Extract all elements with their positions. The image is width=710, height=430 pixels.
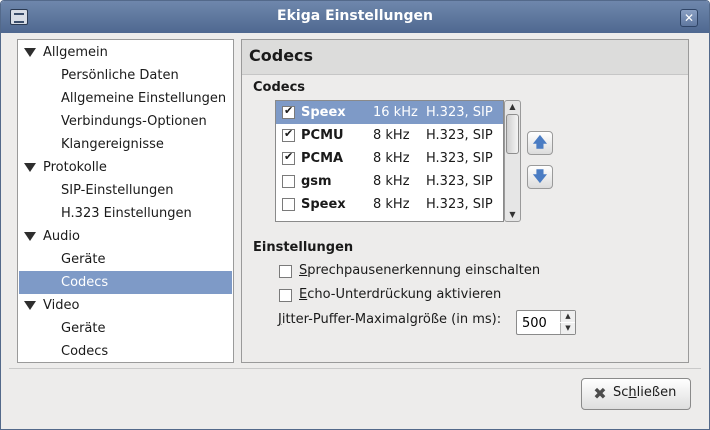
triangle-down-icon[interactable] <box>24 232 36 241</box>
echo-cancellation-label[interactable]: Echo-Unterdrückung aktivieren <box>299 285 501 305</box>
codec-row[interactable]: ✔ Speex 16 kHz H.323, SIP <box>276 101 503 124</box>
codec-list[interactable]: ✔ Speex 16 kHz H.323, SIP ✔ PCMU 8 kHz H… <box>275 100 504 222</box>
codec-checkbox[interactable]: ✔ <box>282 127 295 142</box>
jitter-buffer-label: Jitter-Puffer-Maximalgröße (in ms): <box>278 312 502 327</box>
tree-item-audio-codecs[interactable]: Codecs <box>19 271 232 294</box>
tree-item-video-codecs[interactable]: Codecs <box>19 340 232 363</box>
codec-checkbox[interactable] <box>282 175 295 188</box>
tree-item-audio-geraete[interactable]: Geräte <box>19 248 232 271</box>
settings-panel: Codecs Codecs ✔ Speex 16 kHz H.323, SIP … <box>241 39 689 363</box>
scrollbar-thumb[interactable] <box>506 114 519 154</box>
settings-tree[interactable]: Allgemein Persönliche Daten Allgemeine E… <box>17 39 234 363</box>
silence-detection-checkbox[interactable] <box>279 265 292 278</box>
codec-checkbox[interactable] <box>282 198 295 211</box>
tree-item-allgemeine-einstellungen[interactable]: Allgemeine Einstellungen <box>19 87 232 110</box>
settings-section-title: Einstellungen <box>253 240 354 255</box>
window-title: Ekiga Einstellungen <box>277 8 433 24</box>
tree-item-persoenliche-daten[interactable]: Persönliche Daten <box>19 64 232 87</box>
tree-item-sip-einstellungen[interactable]: SIP-Einstellungen <box>19 179 232 202</box>
jitter-buffer-spinbox[interactable]: ▲ ▼ <box>516 310 576 335</box>
scroll-up-icon[interactable]: ▲ <box>505 101 520 113</box>
move-codec-down-button[interactable]: 🡇 <box>527 165 553 189</box>
close-x-icon: ✖ <box>593 384 607 403</box>
checkmark-icon: ✔ <box>284 104 294 117</box>
close-button[interactable]: ✖ Schließen <box>581 378 691 410</box>
codec-row[interactable]: ✔ PCMU 8 kHz H.323, SIP <box>276 124 503 147</box>
codecs-section-title: Codecs <box>253 80 306 95</box>
title-bar[interactable]: Ekiga Einstellungen ✕ <box>1 1 709 33</box>
silence-detection-label[interactable]: Sprechpausenerkennung einschalten <box>299 261 540 281</box>
separator <box>9 368 701 369</box>
tree-item-audio[interactable]: Audio <box>19 225 232 248</box>
close-icon: ✕ <box>683 11 695 25</box>
triangle-down-icon[interactable] <box>24 301 36 310</box>
jitter-buffer-input[interactable] <box>520 313 560 333</box>
codec-row[interactable]: ✔ PCMA 8 kHz H.323, SIP <box>276 147 503 170</box>
panel-header: Codecs <box>242 40 688 75</box>
spin-down-icon[interactable]: ▼ <box>560 323 575 334</box>
tree-item-allgemein[interactable]: Allgemein <box>19 41 232 64</box>
spin-up-icon[interactable]: ▲ <box>560 311 575 322</box>
checkmark-icon: ✔ <box>284 127 294 140</box>
checkmark-icon: ✔ <box>284 150 294 163</box>
tree-item-video-geraete[interactable]: Geräte <box>19 317 232 340</box>
tree-item-protokolle[interactable]: Protokolle <box>19 156 232 179</box>
tree-item-verbindungs-optionen[interactable]: Verbindungs-Optionen <box>19 110 232 133</box>
codec-row[interactable]: Speex 8 kHz H.323, SIP <box>276 193 503 216</box>
scroll-down-icon[interactable]: ▼ <box>505 209 520 221</box>
codec-list-scrollbar[interactable]: ▲ ▼ <box>504 100 521 222</box>
close-button-label: Schließen <box>613 385 677 400</box>
triangle-down-icon[interactable] <box>24 48 36 57</box>
arrow-down-icon: 🡇 <box>532 169 548 185</box>
window-close-button[interactable]: ✕ <box>680 9 698 27</box>
tree-item-klangereignisse[interactable]: Klangereignisse <box>19 133 232 156</box>
triangle-down-icon[interactable] <box>24 163 36 172</box>
preferences-window: Ekiga Einstellungen ✕ Allgemein Persönli… <box>0 0 710 430</box>
codec-checkbox[interactable]: ✔ <box>282 104 295 119</box>
move-codec-up-button[interactable]: 🡅 <box>527 131 553 155</box>
tree-item-h323-einstellungen[interactable]: H.323 Einstellungen <box>19 202 232 225</box>
codec-checkbox[interactable]: ✔ <box>282 150 295 165</box>
codec-row[interactable]: gsm 8 kHz H.323, SIP <box>276 170 503 193</box>
panel-title: Codecs <box>249 46 314 65</box>
arrow-up-icon: 🡅 <box>532 135 548 151</box>
tree-item-video[interactable]: Video <box>19 294 232 317</box>
echo-cancellation-checkbox[interactable] <box>279 289 292 302</box>
